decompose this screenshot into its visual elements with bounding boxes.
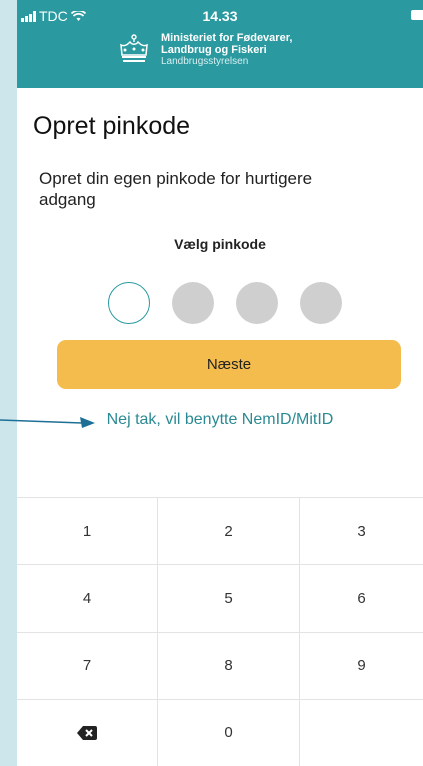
pin-label: Vælg pinkode xyxy=(174,236,266,252)
pin-dot-3 xyxy=(236,282,278,324)
key-3[interactable]: 3 xyxy=(300,498,423,566)
key-5[interactable]: 5 xyxy=(158,565,300,633)
agency-name: Landbrugsstyrelsen xyxy=(161,56,249,67)
pin-dot-1[interactable] xyxy=(108,282,150,324)
ministry-name: Ministeriet for Fødevarer, Landbrug og F… xyxy=(161,32,292,68)
pin-dots[interactable] xyxy=(108,282,342,324)
delete-key[interactable] xyxy=(17,699,158,766)
numeric-keypad: 1 2 3 4 5 6 7 8 9 0 xyxy=(17,497,423,766)
page-title: Opret pinkode xyxy=(33,112,191,140)
key-4[interactable]: 4 xyxy=(17,565,158,633)
key-1[interactable]: 1 xyxy=(17,498,158,566)
key-empty xyxy=(300,700,423,766)
key-0[interactable]: 0 xyxy=(158,699,300,766)
crown-icon xyxy=(120,34,148,62)
annotation-arrow-icon xyxy=(0,417,95,428)
ministry-name-line2: Landbrug og Fiskeri xyxy=(161,44,267,56)
key-7[interactable]: 7 xyxy=(17,632,158,700)
phone-screen: TDC 14.33 Ministeriet for Fødevarer, Lan… xyxy=(17,0,423,766)
key-2[interactable]: 2 xyxy=(158,498,300,566)
battery-icon xyxy=(411,10,423,20)
app-header: TDC 14.33 Ministeriet for Fødevarer, Lan… xyxy=(17,0,423,88)
status-bar: TDC 14.33 xyxy=(17,0,423,30)
ministry-logo: Ministeriet for Fødevarer, Landbrug og F… xyxy=(117,32,292,68)
key-9[interactable]: 9 xyxy=(300,633,423,700)
backspace-icon xyxy=(77,725,97,740)
pin-dot-4 xyxy=(300,282,342,324)
ministry-name-line1: Ministeriet for Fødevarer, xyxy=(161,32,293,44)
key-8[interactable]: 8 xyxy=(158,632,300,700)
status-time: 14.33 xyxy=(202,8,238,24)
pin-dot-2 xyxy=(172,282,214,324)
key-6[interactable]: 6 xyxy=(300,565,423,633)
page-subtitle: Opret din egen pinkode for hurtigere adg… xyxy=(39,169,313,209)
next-button[interactable]: Næste xyxy=(57,340,401,389)
